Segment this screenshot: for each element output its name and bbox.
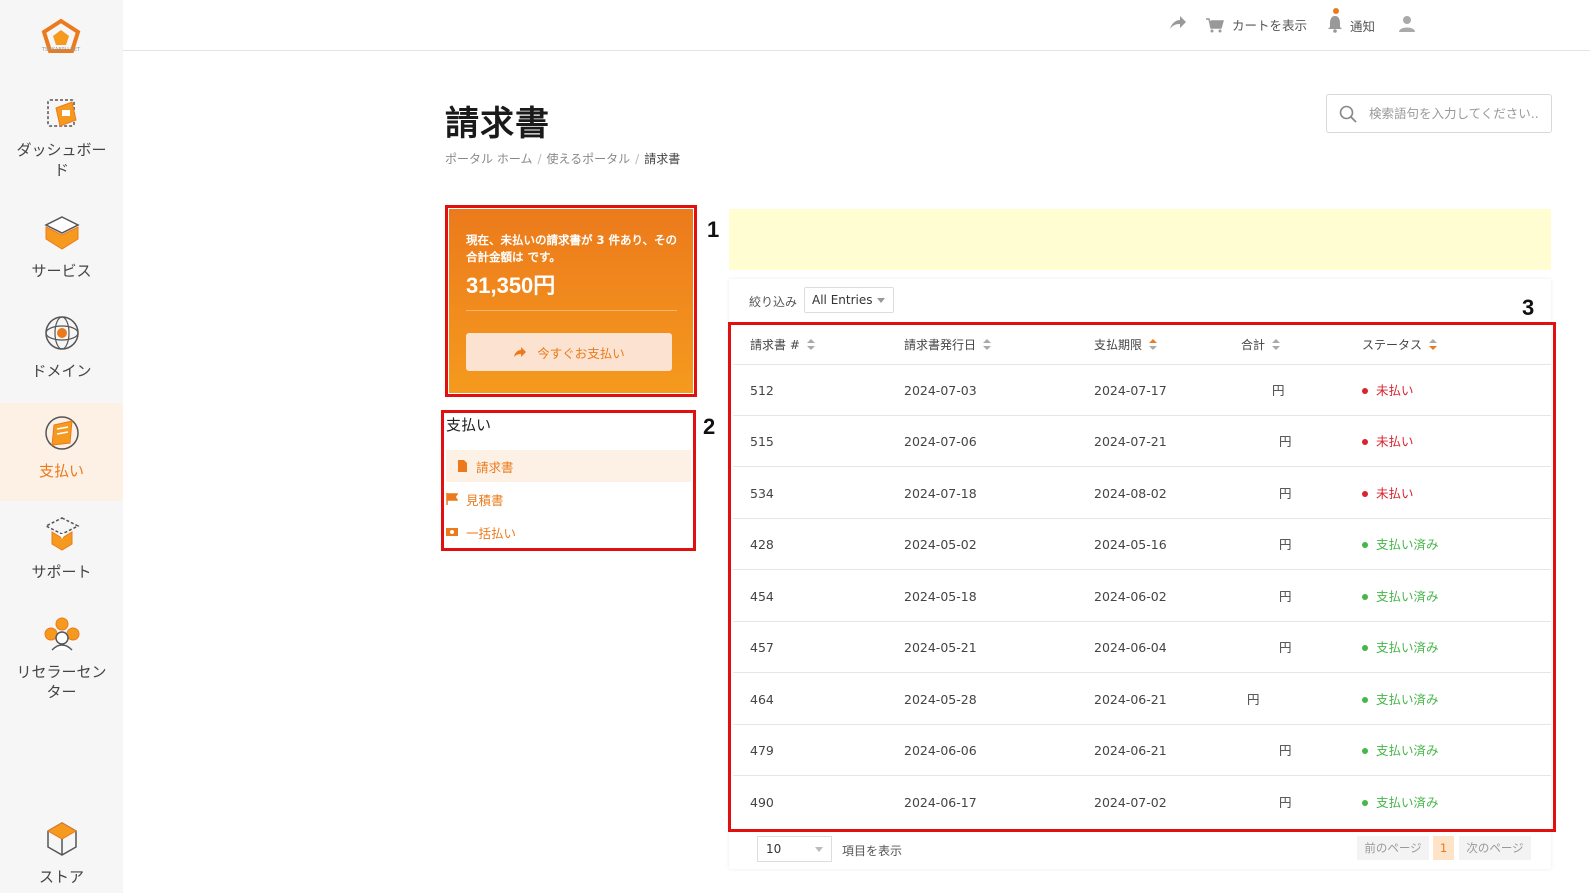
previous-page-button[interactable]: 前のページ (1357, 836, 1429, 860)
payment-icon (44, 416, 79, 450)
sidebar-label-reseller: リセラーセンター (16, 663, 107, 701)
support-icon (43, 517, 80, 551)
share-button[interactable] (1169, 15, 1194, 31)
sidebar-item-store[interactable]: ストア (0, 819, 123, 893)
view-cart-button[interactable]: カートを表示 (1205, 15, 1307, 34)
breadcrumb-separator: / (635, 152, 640, 166)
user-icon (1399, 16, 1415, 32)
sidebar-item-services[interactable]: サービス (0, 213, 123, 293)
breadcrumb-portal[interactable]: 使えるポータル (547, 152, 631, 166)
bell-icon (1328, 16, 1342, 33)
filter-select[interactable]: All Entries (804, 287, 894, 313)
cart-icon (1206, 17, 1224, 32)
annotation-frame-2 (441, 410, 696, 551)
search-box[interactable] (1326, 94, 1552, 133)
user-menu-button[interactable] (1398, 15, 1423, 33)
annotation-marker-1: 1 (707, 217, 720, 242)
notice-banner (729, 209, 1551, 270)
sidebar-item-reseller[interactable]: リセラーセンター (0, 614, 123, 714)
cart-label: カートを表示 (1232, 18, 1308, 33)
sidebar-label-support: サポート (31, 563, 92, 581)
sidebar-label-services: サービス (31, 262, 92, 280)
sidebar-item-support[interactable]: サポート (0, 514, 123, 594)
sidebar-label-payment: 支払い (38, 462, 84, 480)
notification-dot (1333, 8, 1339, 14)
page-size-label: 項目を表示 (842, 844, 903, 858)
annotation-marker-2: 2 (703, 414, 716, 439)
chevron-down-icon (877, 298, 885, 303)
notification-button[interactable]: 通知 (1327, 8, 1376, 36)
top-header: カートを表示 通知 (123, 0, 1590, 51)
page-size-value: 10 (766, 842, 782, 856)
search-icon (1339, 105, 1357, 123)
sidebar: TSUKAERU.NET ダッシュボード サービス ドメイン 支払い サポート … (0, 0, 123, 893)
breadcrumb-home[interactable]: ポータル ホーム (445, 152, 532, 166)
notify-label: 通知 (1350, 19, 1376, 34)
sidebar-item-domains[interactable]: ドメイン (0, 313, 123, 393)
store-icon (46, 822, 77, 856)
annotation-frame-1 (445, 205, 697, 397)
page-size-select[interactable]: 10 (757, 836, 832, 862)
logo-icon (41, 18, 81, 53)
annotation-frame-3 (728, 322, 1556, 832)
chevron-down-icon (815, 847, 823, 852)
logo[interactable]: TSUKAERU.NET (0, 0, 123, 70)
sidebar-label-dashboard: ダッシュボード (16, 141, 107, 179)
sidebar-item-dashboard[interactable]: ダッシュボード (0, 92, 123, 188)
page-title: 請求書 (445, 104, 550, 144)
sidebar-item-payment[interactable]: 支払い (0, 403, 123, 501)
sidebar-label-domains: ドメイン (31, 362, 92, 380)
dashboard-icon (46, 99, 77, 127)
logo-text: TSUKAERU.NET (41, 47, 81, 53)
annotation-marker-3: 3 (1522, 295, 1535, 320)
breadcrumb-current: 請求書 (644, 152, 681, 166)
filter-select-value: All Entries (812, 293, 873, 307)
globe-icon (44, 316, 79, 350)
breadcrumb: ポータル ホーム / 使えるポータル / 請求書 (445, 150, 680, 167)
share-icon (1170, 16, 1186, 29)
filter-label: 絞り込み (749, 295, 798, 309)
current-page-button[interactable]: 1 (1433, 836, 1454, 860)
breadcrumb-separator: / (537, 152, 542, 166)
box-icon (43, 216, 80, 250)
bell-wrapper (1327, 8, 1350, 36)
search-input[interactable] (1369, 106, 1539, 121)
next-page-button[interactable]: 次のページ (1459, 836, 1531, 860)
sidebar-label-store: ストア (38, 868, 84, 886)
reseller-icon (44, 617, 79, 651)
